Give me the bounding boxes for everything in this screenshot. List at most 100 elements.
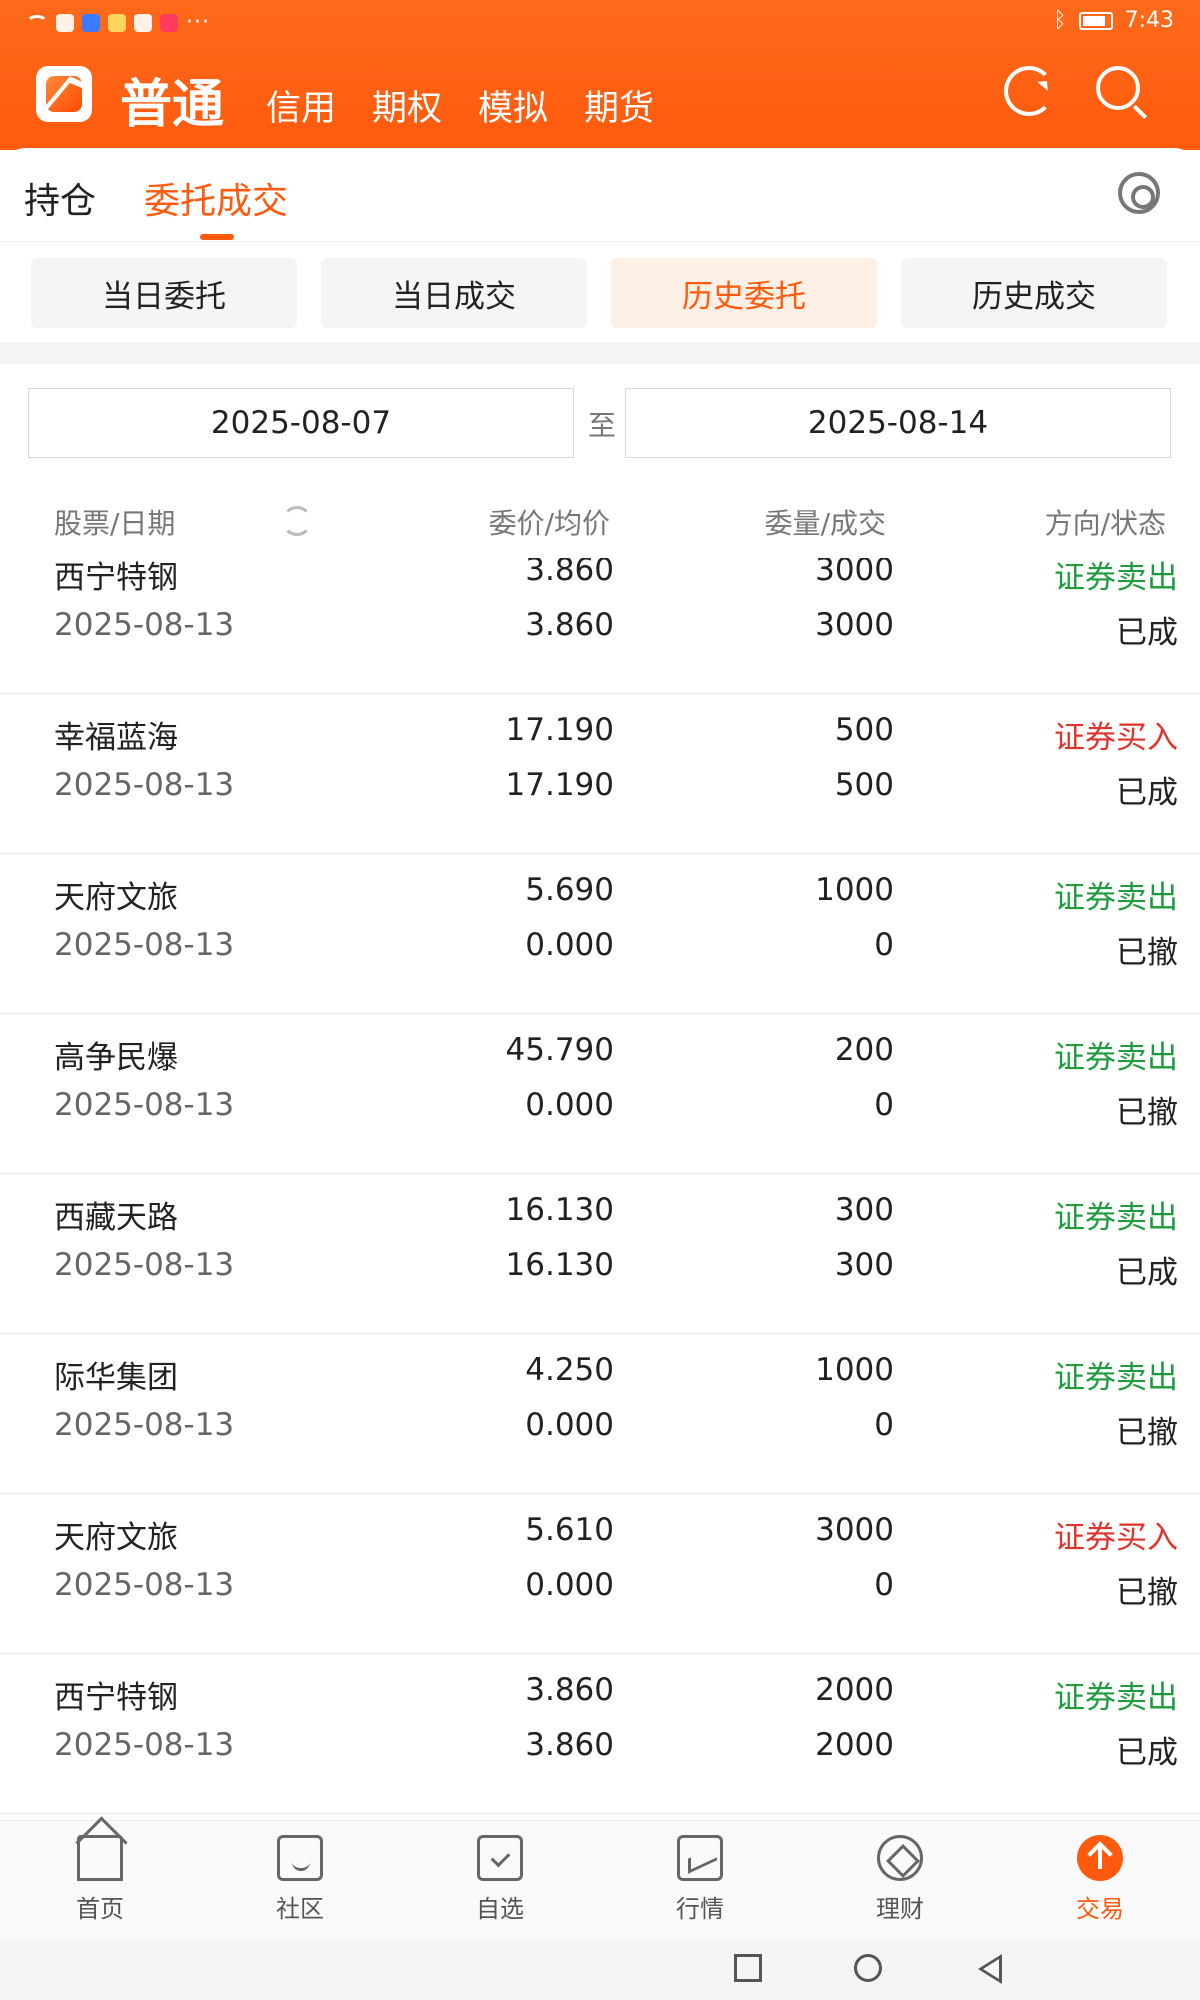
nav-market-label: 行情	[676, 1895, 724, 1923]
account-type-title[interactable]: 普通	[120, 62, 224, 137]
avg-price: 3.860	[525, 1727, 614, 1763]
chat-icon	[277, 1835, 323, 1881]
telegram-icon	[56, 13, 74, 32]
order-list: 西宁特钢 2025-08-13 3.860 3.860 3000 3000 证券卖出 已成 幸福…	[0, 558, 1200, 1820]
filled-qty: 500	[834, 767, 894, 803]
order-direction: 证券买入	[1054, 1520, 1178, 1556]
order-status: 已成	[1116, 1735, 1178, 1771]
tab-futures[interactable]: 期货	[584, 80, 654, 131]
order-qty: 500	[834, 712, 894, 748]
mail-icon	[82, 13, 100, 32]
order-qty: 3000	[815, 558, 894, 588]
search-icon[interactable]	[1096, 66, 1140, 110]
nav-community-label: 社区	[276, 1895, 324, 1923]
avg-price: 3.860	[525, 607, 614, 643]
nav-finance[interactable]: 理财	[840, 1835, 960, 1924]
segment-history-trades[interactable]: 历史成交	[901, 258, 1167, 328]
date-separator: 至	[588, 409, 617, 442]
active-tab-indicator	[200, 234, 234, 240]
refresh-icon[interactable]	[1004, 66, 1054, 116]
divider-band	[0, 342, 1200, 364]
order-direction: 证券卖出	[1054, 1200, 1178, 1236]
tab-simulation[interactable]: 模拟	[478, 80, 548, 131]
account-type-tabs: 信用 期权 模拟 期货	[266, 80, 654, 131]
avg-price: 0.000	[525, 1407, 614, 1443]
segment-today-trades[interactable]: 当日成交	[321, 258, 587, 328]
status-icons-right: ᛒ 7:43	[1053, 8, 1174, 33]
nav-watchlist[interactable]: 自选	[440, 1835, 560, 1924]
order-qty: 3000	[815, 1512, 894, 1548]
tab-options[interactable]: 期权	[372, 80, 442, 131]
status-more: ···	[186, 10, 210, 35]
recents-icon[interactable]	[734, 1954, 762, 1982]
avg-price: 0.000	[525, 927, 614, 963]
filled-qty: 0	[874, 1087, 894, 1123]
home-button-icon[interactable]	[854, 1954, 882, 1982]
header: ··· ᛒ 7:43 普通 信用 期权 模拟 期货	[0, 0, 1200, 150]
filled-qty: 300	[834, 1247, 894, 1283]
status-bar: ··· ᛒ 7:43	[0, 0, 1200, 44]
order-qty: 1000	[815, 1352, 894, 1388]
stock-name: 天府文旅	[54, 880, 178, 916]
order-row[interactable]: 高争民爆 2025-08-13 45.790 0.000 200 0 证券卖出 已撤	[0, 1014, 1200, 1174]
filled-qty: 0	[874, 1407, 894, 1443]
system-nav-bar	[0, 1940, 1200, 2000]
stock-name: 西宁特钢	[54, 560, 178, 596]
main-tabs: 持仓 委托成交	[0, 148, 1200, 242]
back-icon[interactable]	[978, 1954, 1002, 1984]
order-price: 3.860	[525, 1672, 614, 1708]
avg-price: 0.000	[525, 1087, 614, 1123]
nav-trade[interactable]: 交易	[1040, 1835, 1160, 1924]
order-row[interactable]: 天府文旅 2025-08-13 5.610 0.000 3000 0 证券买入 已撤	[0, 1494, 1200, 1654]
filled-qty: 2000	[815, 1727, 894, 1763]
sync-icon[interactable]	[282, 506, 312, 536]
end-date-picker[interactable]: 2025-08-14	[625, 388, 1171, 458]
status-time: 7:43	[1124, 8, 1174, 33]
app-bar: 普通 信用 期权 模拟 期货	[0, 60, 1200, 140]
diamond-icon	[877, 1835, 923, 1881]
filled-qty: 0	[874, 1567, 894, 1603]
avg-price: 0.000	[525, 1567, 614, 1603]
order-row[interactable]: 幸福蓝海 2025-08-13 17.190 17.190 500 500 证券买入 已成	[0, 694, 1200, 854]
stock-name: 际华集团	[54, 1360, 178, 1396]
start-date-picker[interactable]: 2025-08-07	[28, 388, 574, 458]
nav-home-label: 首页	[76, 1895, 124, 1923]
order-price: 5.610	[525, 1512, 614, 1548]
order-status: 已撤	[1116, 1415, 1178, 1451]
date-range: 2025-08-07 至 2025-08-14	[0, 388, 1200, 460]
header-actions	[1004, 66, 1140, 116]
order-date: 2025-08-13	[54, 1087, 235, 1123]
bottom-nav: 首页 社区 自选 行情 理财 交易	[0, 1820, 1200, 1940]
col-qty-filled: 委量/成交	[764, 507, 886, 540]
nav-home[interactable]: 首页	[40, 1835, 160, 1924]
nav-trade-label: 交易	[1076, 1895, 1124, 1923]
order-row[interactable]: 西宁特钢 2025-08-13 3.860 3.860 2000 2000 证券卖出 已成	[0, 1654, 1200, 1814]
order-row[interactable]: 际华集团 2025-08-13 4.250 0.000 1000 0 证券卖出 已撤	[0, 1334, 1200, 1494]
tab-positions[interactable]: 持仓	[24, 172, 96, 224]
nav-watchlist-label: 自选	[476, 1895, 524, 1923]
content-card: 持仓 委托成交 当日委托 当日成交 历史委托 历史成交 2025-08-07 至…	[0, 148, 1200, 1820]
status-icons-left: ···	[26, 10, 210, 35]
order-price: 5.690	[525, 872, 614, 908]
order-status: 已成	[1116, 615, 1178, 651]
stock-name: 天府文旅	[54, 1520, 178, 1556]
order-date: 2025-08-13	[54, 607, 235, 643]
order-status: 已撤	[1116, 935, 1178, 971]
nav-market[interactable]: 行情	[640, 1835, 760, 1924]
order-row[interactable]: 天府文旅 2025-08-13 5.690 0.000 1000 0 证券卖出 已撤	[0, 854, 1200, 1014]
order-row[interactable]: 西宁特钢 2025-08-13 3.860 3.860 3000 3000 证券卖出 已成	[0, 558, 1200, 694]
segment-today-orders[interactable]: 当日委托	[31, 258, 297, 328]
order-date: 2025-08-13	[54, 927, 235, 963]
avg-price: 17.190	[505, 767, 614, 803]
tab-orders-trades[interactable]: 委托成交	[144, 172, 288, 224]
tab-credit[interactable]: 信用	[266, 80, 336, 131]
nav-community[interactable]: 社区	[240, 1835, 360, 1924]
gear-icon[interactable]	[1118, 172, 1160, 214]
order-qty: 2000	[815, 1672, 894, 1708]
segment-history-orders[interactable]: 历史委托	[611, 258, 877, 328]
avg-price: 16.130	[505, 1247, 614, 1283]
order-price: 16.130	[505, 1192, 614, 1228]
weather-icon	[108, 13, 126, 32]
order-date: 2025-08-13	[54, 1567, 235, 1603]
order-row[interactable]: 西藏天路 2025-08-13 16.130 16.130 300 300 证券卖出 已成	[0, 1174, 1200, 1334]
